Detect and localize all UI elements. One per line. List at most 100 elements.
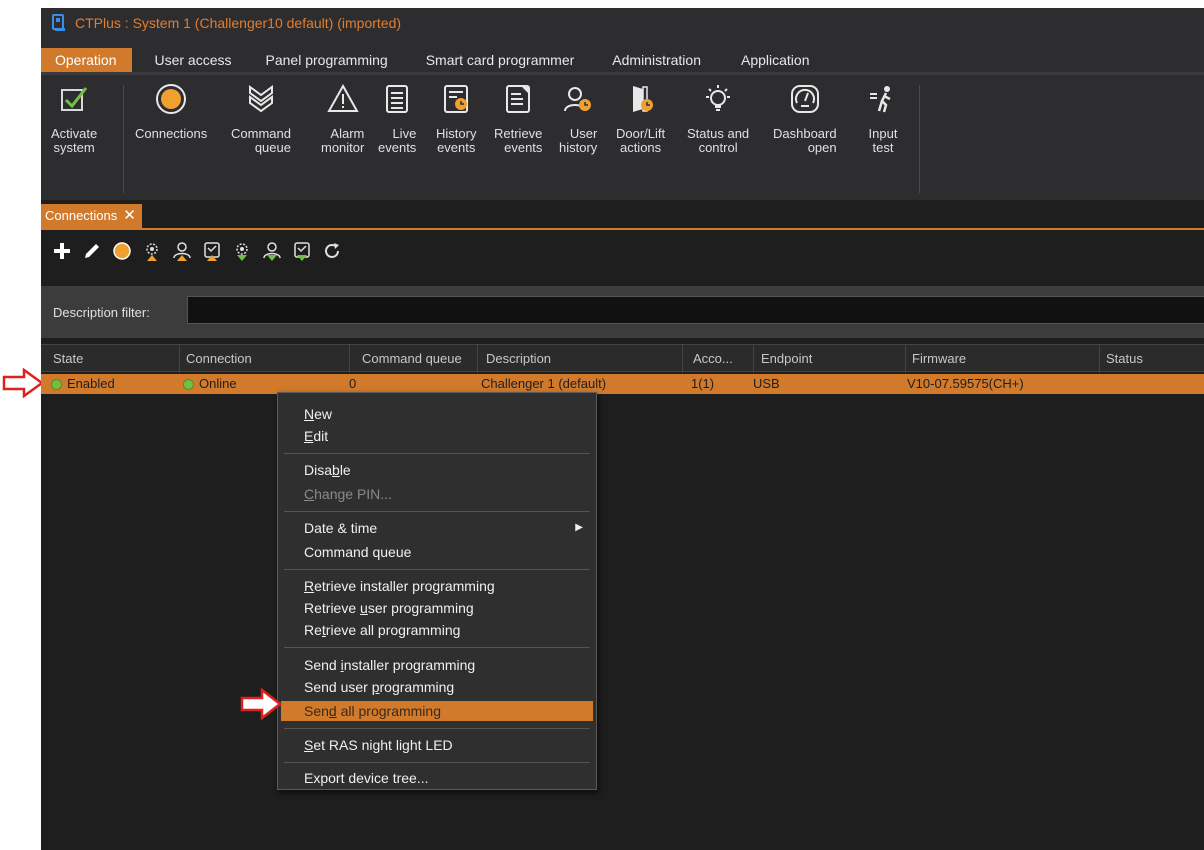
tab-operation[interactable]: Operation [41, 48, 133, 72]
menu-item-new[interactable]: New [281, 404, 593, 424]
tab-connections[interactable]: Connections ✕ [41, 204, 142, 228]
menu-item-retrieve-user-programming[interactable]: Retrieve user programming [281, 598, 593, 618]
document-tab-strip: Connections ✕ [41, 200, 1204, 230]
checkbox-icon [56, 81, 92, 117]
connect-icon[interactable] [111, 240, 133, 262]
cell-endpoint: USB [753, 376, 780, 391]
description-filter-input[interactable] [187, 296, 1204, 324]
menu-item-date-time[interactable]: Date & time ▶ [281, 518, 593, 538]
connections-icon [153, 81, 189, 117]
retrieve-events-icon [500, 81, 536, 117]
send-all-icon[interactable] [291, 240, 313, 262]
menu-item-send-user-programming[interactable]: Send user programming [281, 677, 593, 697]
door-actions-icon [623, 81, 659, 117]
column-header-connection[interactable]: Connection [179, 345, 349, 373]
doc-tab-label: Connections [45, 208, 118, 223]
command-queue-icon [243, 81, 279, 117]
ribbon-label: Status and control [687, 126, 750, 155]
window-title: CTPlus : System 1 (Challenger10 default)… [75, 15, 402, 31]
column-header-command-queue[interactable]: Command queue [349, 345, 477, 373]
input-test-icon [865, 81, 901, 117]
dashboard-open-button[interactable]: Dashboard open [773, 81, 837, 155]
online-dot-icon [183, 378, 194, 390]
connections-grid-header: State Connection Command queue Descripti… [41, 344, 1204, 373]
retrieve-all-icon[interactable] [201, 240, 223, 262]
send-user-icon[interactable] [261, 240, 283, 262]
ribbon-label: History events [436, 126, 477, 155]
activate-system-button[interactable]: Activate system [51, 81, 97, 155]
menu-item-send-all-programming[interactable]: Send all programming [281, 701, 593, 721]
menu-item-edit[interactable]: Edit [281, 426, 593, 446]
tab-administration[interactable]: Administration [593, 48, 721, 72]
retrieve-events-button[interactable]: Retrieve events [494, 81, 542, 155]
history-events-icon [438, 81, 474, 117]
menu-item-change-pin: Change PIN... [304, 486, 392, 502]
menu-item-export-device-tree[interactable]: Export device tree... [281, 768, 593, 788]
ribbon-label: Input test [868, 126, 898, 155]
description-filter-bar: Description filter: [41, 286, 1204, 338]
send-installer-icon[interactable] [231, 240, 253, 262]
close-icon[interactable]: ✕ [123, 204, 136, 228]
cell-state-text: Enabled [67, 376, 115, 391]
menu-item-retrieve-all-programming[interactable]: Retrieve all programming [281, 620, 593, 640]
tab-panel-programming[interactable]: Panel programming [254, 48, 407, 72]
app-window: CTPlus : System 1 (Challenger10 default)… [41, 8, 1204, 850]
list-icon [379, 81, 415, 117]
status-and-control-button[interactable]: Status and control [687, 81, 749, 155]
column-header-account[interactable]: Acco... [682, 345, 753, 373]
ribbon-label: Live events [378, 126, 417, 155]
cell-connection-text: Online [199, 376, 237, 391]
ribbon-label: Door/Lift actions [616, 126, 666, 155]
menu-item-send-installer-programming[interactable]: Send installer programming [281, 655, 593, 675]
description-filter-label: Description filter: [53, 304, 150, 320]
command-queue-button[interactable]: Command queue [231, 81, 291, 155]
menu-item-command-queue[interactable]: Command queue [281, 542, 593, 562]
alarm-monitor-button[interactable]: Alarm monitor [321, 81, 364, 155]
ribbon-label: Retrieve events [494, 126, 543, 155]
cell-description: Challenger 1 (default) [481, 376, 607, 391]
column-header-state[interactable]: State [41, 345, 179, 373]
menu-item-set-ras-night-light-led[interactable]: Set RAS night light LED [281, 735, 593, 755]
status-dot-icon [51, 378, 62, 390]
menu-item-disable[interactable]: Disable [281, 460, 593, 480]
cell-status [1097, 374, 1103, 394]
app-icon [47, 11, 71, 35]
annotation-arrow-row [2, 368, 45, 398]
refresh-icon[interactable] [321, 240, 343, 262]
ribbon-label: Activate system [51, 126, 98, 155]
ribbon-label: User history [559, 126, 598, 155]
warning-icon [325, 81, 361, 117]
table-row[interactable]: Enabled Online 0 Challenger 1 (default) … [41, 374, 1204, 394]
column-header-description[interactable]: Description [477, 345, 682, 373]
cell-command-queue: 0 [349, 376, 357, 391]
gauge-icon [787, 81, 823, 117]
pencil-icon[interactable] [81, 240, 103, 262]
column-header-firmware[interactable]: Firmware [905, 345, 1099, 373]
cell-state: Enabled [45, 374, 115, 394]
retrieve-user-icon[interactable] [171, 240, 193, 262]
context-menu: New Edit Disable Change PIN... Date & ti… [277, 392, 597, 790]
cell-firmware: V10-07.59575(CH+) [907, 376, 1024, 391]
input-test-button[interactable]: Input test [865, 81, 901, 155]
title-bar: CTPlus : System 1 (Challenger10 default)… [41, 8, 1204, 38]
user-history-button[interactable]: User history [559, 81, 597, 155]
menu-item-retrieve-installer-programming[interactable]: Retrieve installer programming [281, 576, 593, 596]
door-lift-actions-button[interactable]: Door/Lift actions [616, 81, 665, 155]
cell-connection: Online [177, 374, 237, 394]
column-header-endpoint[interactable]: Endpoint [753, 345, 905, 373]
tab-smart-card-programmer[interactable]: Smart card programmer [407, 48, 594, 72]
tab-user-access[interactable]: User access [132, 48, 253, 72]
connections-button[interactable]: Connections [135, 81, 207, 141]
retrieve-installer-icon[interactable] [141, 240, 163, 262]
tab-application[interactable]: Application [721, 48, 826, 72]
live-events-button[interactable]: Live events [378, 81, 416, 155]
plus-icon[interactable] [51, 240, 73, 262]
ribbon-label: Command queue [231, 126, 291, 155]
connections-toolbar [41, 234, 1204, 268]
menu-bar: Operation User access Panel programming … [41, 48, 1204, 72]
submenu-arrow-icon: ▶ [575, 522, 583, 533]
history-events-button[interactable]: History events [436, 81, 476, 155]
column-header-status[interactable]: Status [1099, 345, 1204, 373]
annotation-arrow-menu [240, 688, 283, 720]
cell-account: 1(1) [691, 376, 715, 391]
